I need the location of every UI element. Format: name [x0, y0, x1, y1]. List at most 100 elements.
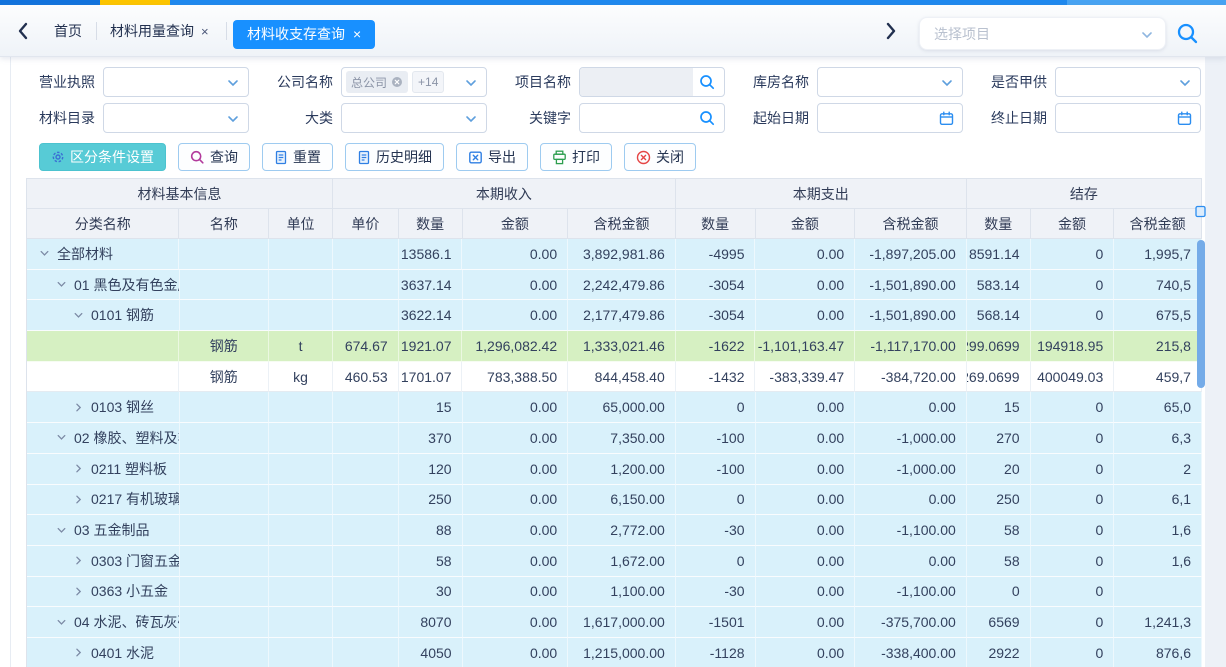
name-cell	[180, 454, 270, 485]
category-cell: 0211 塑料板	[27, 454, 180, 485]
column-header[interactable]: 金额	[756, 209, 856, 239]
close-button[interactable]: 关闭	[624, 143, 696, 171]
value-cell: 30	[399, 577, 463, 608]
project-select[interactable]	[919, 17, 1166, 50]
reset-button[interactable]: 重置	[262, 143, 333, 171]
value-cell: 0.00	[463, 392, 569, 423]
value-cell: 0.00	[463, 270, 569, 301]
value-cell: 270	[967, 423, 1031, 454]
column-header[interactable]: 数量	[676, 209, 756, 239]
value-cell: 58	[967, 546, 1031, 577]
query-button[interactable]: 查询	[178, 143, 250, 171]
button-label: 历史明细	[376, 147, 432, 167]
company-tag-more[interactable]: +14	[412, 71, 444, 93]
tree-expand-icon[interactable]	[73, 463, 84, 474]
chevron-right-icon[interactable]	[884, 21, 898, 41]
value-cell: 1,672.00	[568, 546, 676, 577]
table-row[interactable]: 0217 有机玻璃2500.006,150.0000.000.0025006,1	[27, 485, 1202, 516]
warehouse-name-select[interactable]	[817, 67, 963, 97]
column-header[interactable]: 分类名称	[27, 209, 179, 239]
column-header[interactable]: 名称	[179, 209, 269, 239]
tree-expand-icon[interactable]	[73, 647, 84, 658]
history-detail-button[interactable]: 历史明细	[345, 143, 444, 171]
project-name-input[interactable]	[579, 67, 725, 97]
column-header[interactable]: 数量	[967, 209, 1031, 239]
tree-collapse-icon[interactable]	[56, 432, 67, 443]
column-settings-icon[interactable]	[1195, 205, 1206, 218]
search-icon[interactable]	[699, 74, 716, 91]
value-cell: 0.00	[463, 546, 569, 577]
condition-settings-button[interactable]: 区分条件设置	[39, 143, 166, 171]
business-license-select[interactable]	[103, 67, 249, 97]
value-cell: 3622.14	[399, 300, 463, 331]
material-catalog-select[interactable]	[103, 103, 249, 133]
table-row[interactable]: 04 水泥、砖瓦灰砂80700.001,617,000.00-15010.00-…	[27, 607, 1202, 638]
value-cell: 194918.95	[1031, 331, 1115, 362]
table-row[interactable]: 0303 门窗五金580.001,672.0000.000.005801,6	[27, 546, 1202, 577]
column-header[interactable]: 金额	[463, 209, 569, 239]
value-cell: 0.00	[463, 638, 569, 667]
start-date-input[interactable]	[817, 103, 963, 133]
table-row[interactable]: 03 五金制品880.002,772.00-300.00-1,100.00580…	[27, 515, 1202, 546]
tree-expand-icon[interactable]	[73, 586, 84, 597]
tab-close-icon[interactable]: ×	[201, 24, 209, 39]
keyword-input[interactable]	[579, 103, 725, 133]
tab-home[interactable]: 首页	[54, 21, 82, 41]
toolbar: 区分条件设置 查询 重置 历史明细 导出 打印	[39, 143, 696, 171]
tab-close-icon[interactable]: ×	[353, 26, 361, 42]
category-name: 全部材料	[57, 244, 113, 264]
tree-collapse-icon[interactable]	[39, 248, 50, 259]
vertical-scrollbar-thumb[interactable]	[1197, 240, 1205, 388]
table-row[interactable]: 0101 钢筋3622.140.002,177,479.86-30540.00-…	[27, 300, 1202, 331]
tab-material-balance-query-active[interactable]: 材料收支存查询×	[233, 20, 375, 49]
print-button[interactable]: 打印	[540, 143, 612, 171]
table-row[interactable]: 02 橡胶、塑料及非3700.007,350.00-1000.00-1,000.…	[27, 423, 1202, 454]
value-cell: 783,388.50	[462, 362, 568, 393]
owner-supplied-select[interactable]	[1055, 67, 1201, 97]
category-name: 01 黑色及有色金属	[74, 275, 180, 295]
name-cell	[179, 239, 269, 270]
tab-material-usage-query[interactable]: 材料用量查询×	[110, 21, 209, 41]
tree-expand-icon[interactable]	[73, 494, 84, 505]
tree-expand-icon[interactable]	[73, 555, 84, 566]
table-row[interactable]: 01 黑色及有色金属3637.140.002,242,479.86-30540.…	[27, 270, 1202, 301]
category-cell: 0103 钢丝	[27, 392, 180, 423]
column-header[interactable]: 含税金额	[568, 209, 676, 239]
category-cell: 01 黑色及有色金属	[27, 270, 180, 301]
value-cell: 0	[1031, 392, 1115, 423]
table-row[interactable]: 0103 钢丝150.0065,000.0000.000.0015065,0	[27, 392, 1202, 423]
column-header[interactable]: 金额	[1031, 209, 1115, 239]
chevron-down-icon[interactable]	[1141, 29, 1153, 41]
value-cell	[333, 423, 399, 454]
tree-expand-icon[interactable]	[73, 402, 84, 413]
project-select-input[interactable]	[934, 24, 1124, 44]
tree-collapse-icon[interactable]	[56, 617, 67, 628]
big-category-select[interactable]	[341, 103, 487, 133]
value-cell: 1,617,000.00	[568, 607, 676, 638]
column-header[interactable]: 数量	[399, 209, 463, 239]
value-cell: 0.00	[855, 485, 967, 516]
table-row[interactable]: 0363 小五金300.001,100.00-300.00-1,100.0000	[27, 577, 1202, 608]
table-row[interactable]: 全部材料13586.10.003,892,981.86-49950.00-1,8…	[27, 239, 1202, 270]
value-cell	[333, 638, 399, 667]
tag-close-icon[interactable]	[391, 76, 403, 88]
chevron-left-icon[interactable]	[16, 21, 30, 41]
column-header[interactable]: 单位	[269, 209, 333, 239]
column-header[interactable]: 含税金额	[855, 209, 967, 239]
value-cell: 0.00	[463, 423, 569, 454]
table-row[interactable]: 0401 水泥40500.001,215,000.00-11280.00-338…	[27, 638, 1202, 667]
search-icon[interactable]	[1176, 22, 1199, 45]
end-date-input[interactable]	[1055, 103, 1201, 133]
column-header[interactable]: 含税金额	[1114, 209, 1202, 239]
search-icon[interactable]	[699, 110, 716, 127]
tree-collapse-icon[interactable]	[56, 525, 67, 536]
export-button[interactable]: 导出	[456, 143, 528, 171]
tree-collapse-icon[interactable]	[73, 310, 84, 321]
name-cell	[180, 515, 270, 546]
tree-collapse-icon[interactable]	[56, 279, 67, 290]
value-cell: 3637.14	[399, 270, 463, 301]
table-row[interactable]: 0211 塑料板1200.001,200.00-1000.00-1,000.00…	[27, 454, 1202, 485]
company-name-select[interactable]: 总公司 +14	[341, 67, 487, 97]
column-header[interactable]: 单价	[333, 209, 399, 239]
category-name: 0101 钢筋	[91, 305, 154, 325]
